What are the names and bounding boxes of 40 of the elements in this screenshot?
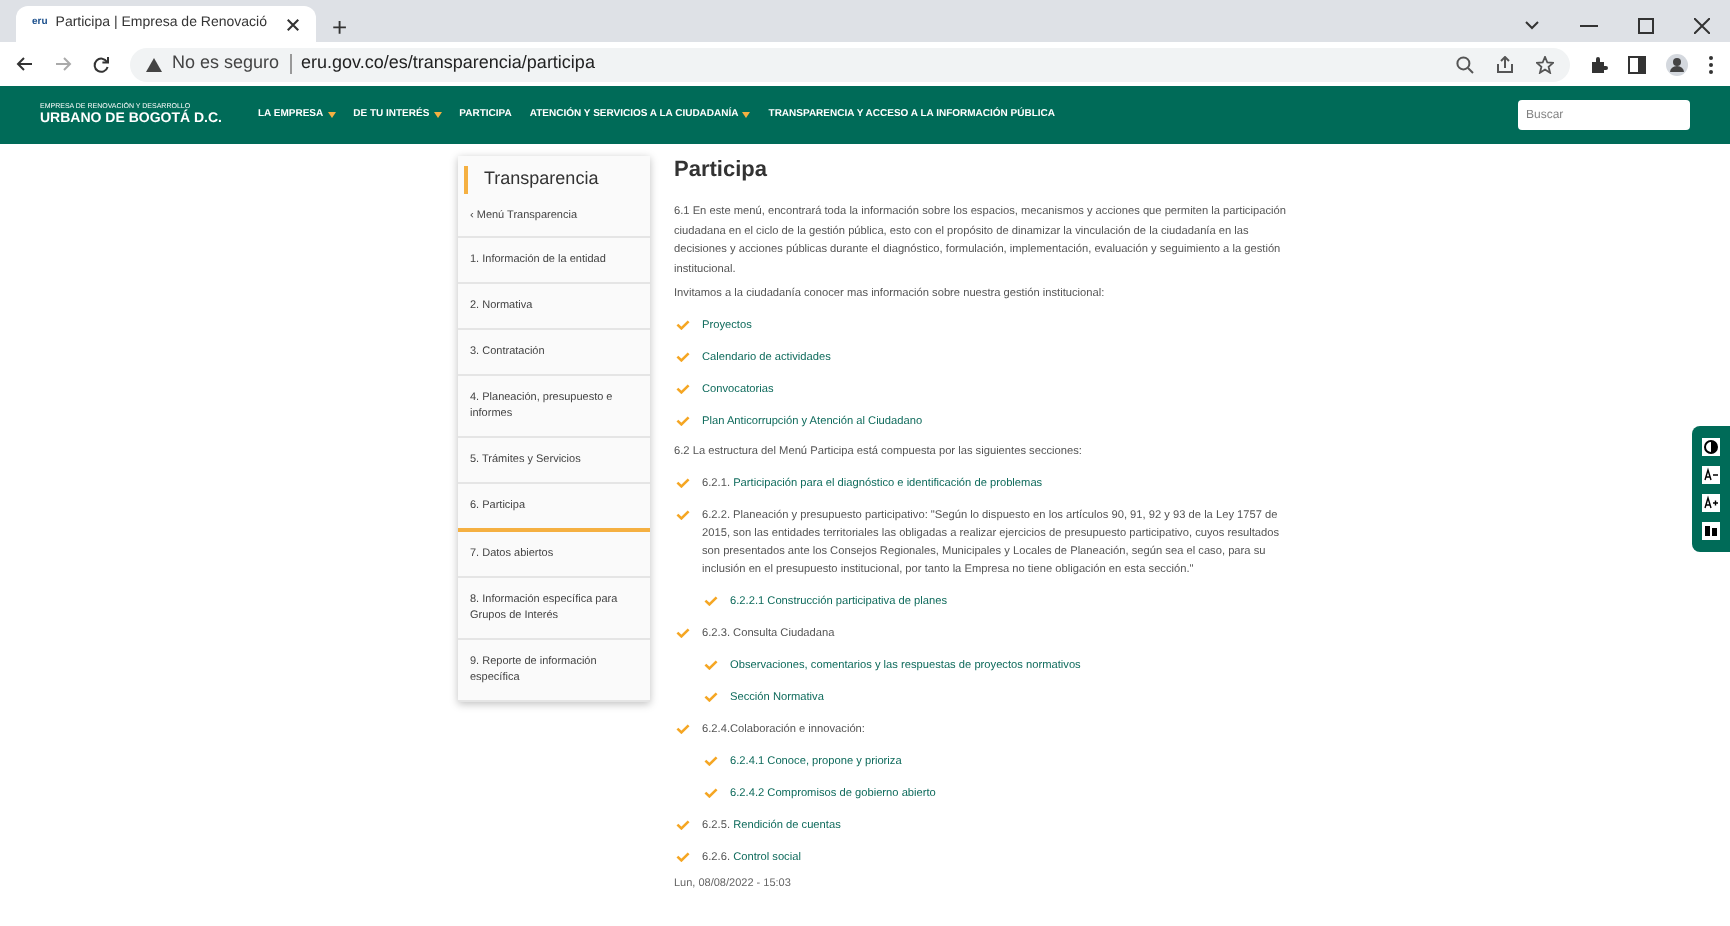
security-label: No es seguro: [172, 50, 280, 77]
checkmark-icon: [676, 509, 690, 520]
page-title: Participa: [674, 156, 769, 184]
checkmark-icon: [704, 691, 718, 702]
checkmark-icon: [676, 477, 690, 488]
contrast-icon[interactable]: [1702, 437, 1720, 456]
checkmark-icon: [704, 755, 718, 766]
checkmark-icon: [676, 627, 690, 638]
checkmark-icon: [676, 319, 690, 330]
checkmark-icon: [704, 787, 718, 798]
sign-language-icon[interactable]: [1702, 522, 1720, 541]
profile-icon[interactable]: [1666, 53, 1688, 75]
checkmark-icon: [676, 851, 690, 862]
decrease-font-icon[interactable]: [1702, 465, 1720, 484]
warning-icon: [146, 57, 162, 71]
close-icon[interactable]: [286, 17, 300, 31]
checkmark-icon: [676, 723, 690, 734]
checkmark-icon: [676, 415, 690, 426]
checkmark-icon: [704, 595, 718, 606]
back-arrow-icon[interactable]: [16, 56, 34, 72]
new-tab-button[interactable]: +: [332, 14, 348, 40]
sidebar-icon[interactable]: [1628, 55, 1646, 73]
url-text: eru.gov.co/es/transparencia/participa: [301, 50, 595, 77]
minimize-icon[interactable]: [1580, 24, 1598, 28]
checkmark-icon: [704, 659, 718, 670]
checkmark-icon: [676, 383, 690, 394]
reload-icon[interactable]: [92, 55, 110, 73]
checkmark-icon: [676, 351, 690, 362]
chevron-down-icon[interactable]: [1524, 20, 1540, 32]
address-bar[interactable]: No es seguro eru.gov.co/es/transparencia/participa: [130, 47, 1570, 81]
more-icon[interactable]: [1708, 55, 1714, 73]
maximize-icon[interactable]: [1638, 18, 1654, 34]
zoom-icon[interactable]: [1456, 55, 1474, 73]
share-icon[interactable]: [1496, 55, 1514, 73]
close-icon[interactable]: [1694, 18, 1710, 34]
increase-font-icon[interactable]: [1702, 494, 1720, 513]
puzzle-icon[interactable]: [1590, 55, 1608, 73]
star-icon[interactable]: [1536, 55, 1554, 73]
sidebar-title: Transparencia: [464, 166, 644, 193]
checkmark-icon: [676, 819, 690, 830]
